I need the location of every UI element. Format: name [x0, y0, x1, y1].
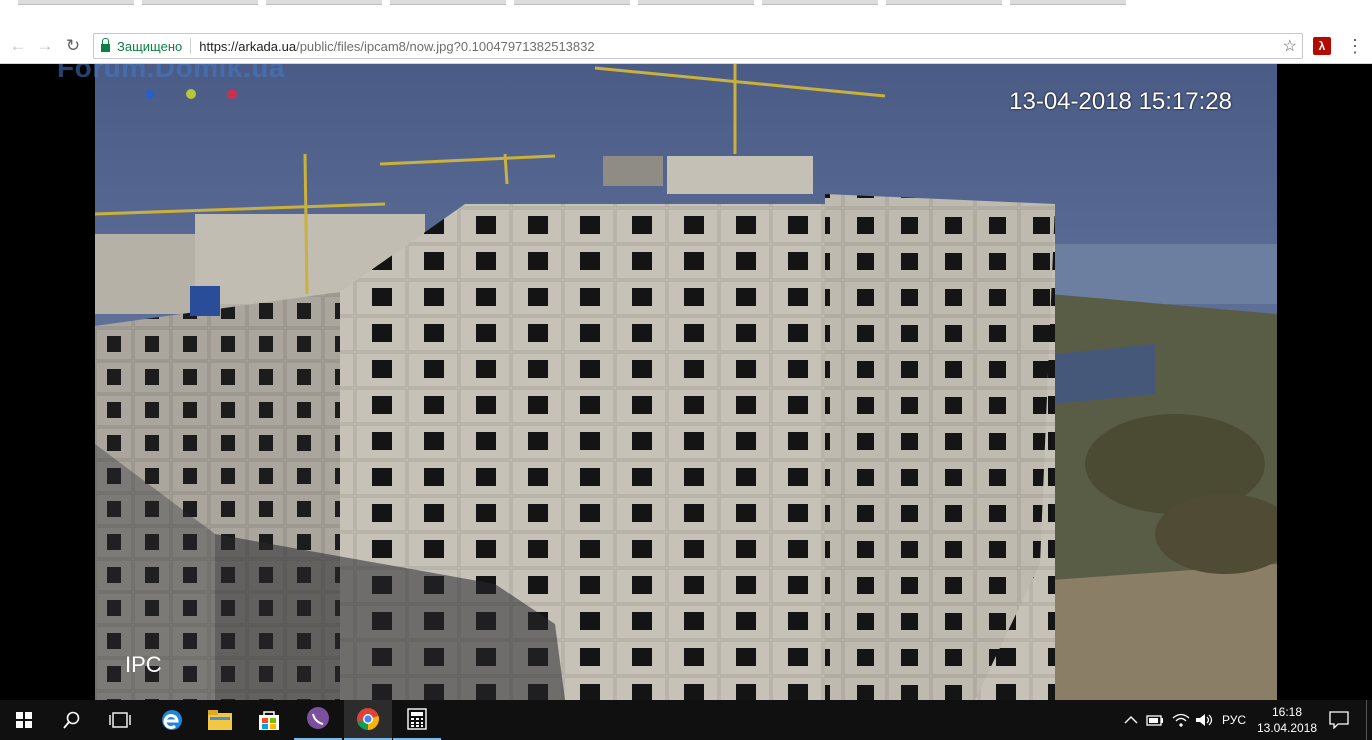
- show-hidden-icons-chevron-icon[interactable]: [1124, 700, 1138, 740]
- url-path: /public/files/ipcam8/now.jpg?0.100479713…: [296, 38, 595, 54]
- browser-tab[interactable]: [1010, 0, 1126, 5]
- camera-timestamp: 13-04-2018 15:17:28: [1009, 88, 1232, 115]
- camera-label: IPC: [125, 652, 162, 677]
- folder-icon[interactable]: [196, 700, 244, 740]
- browser-tab[interactable]: [18, 0, 134, 5]
- browser-tab[interactable]: [886, 0, 1002, 5]
- system-clock[interactable]: 16:18 13.04.2018: [1252, 704, 1322, 736]
- watermark-dot-red: [227, 89, 237, 99]
- windows-logo-icon[interactable]: [0, 700, 48, 740]
- clock-date: 13.04.2018: [1256, 721, 1318, 735]
- security-label: Защищено: [117, 38, 183, 54]
- task-view-icon[interactable]: [96, 700, 144, 740]
- omnibox-divider: [190, 38, 192, 54]
- search-icon[interactable]: [48, 700, 96, 740]
- camera-image: 13-04-2018 15:17:28 IPC: [95, 64, 1277, 700]
- construction-site-photo: [95, 64, 1277, 700]
- lock-icon: [101, 37, 110, 52]
- browser-tab[interactable]: [762, 0, 878, 5]
- viber-icon[interactable]: [294, 700, 342, 740]
- edge-browser-icon[interactable]: [148, 700, 196, 740]
- watermark-dot-green: [186, 89, 196, 99]
- action-center-icon[interactable]: [1329, 700, 1349, 740]
- forward-arrow-icon[interactable]: →: [33, 34, 57, 58]
- kebab-menu-icon[interactable]: ⋮: [1345, 35, 1365, 57]
- show-desktop-divider[interactable]: [1366, 700, 1367, 740]
- image-viewport: 13-04-2018 15:17:28 IPC Forum.Domik.ua: [0, 64, 1372, 700]
- back-arrow-icon[interactable]: ←: [6, 34, 30, 58]
- wifi-icon[interactable]: [1172, 700, 1190, 740]
- reload-icon[interactable]: ↻: [61, 34, 85, 58]
- windows-taskbar: РУС 16:18 13.04.2018: [0, 700, 1372, 740]
- browser-toolbar: ← → ↻ Защищено https://arkada.ua/public/…: [0, 30, 1372, 64]
- browser-tab[interactable]: [390, 0, 506, 5]
- store-bag-icon[interactable]: [245, 700, 293, 740]
- input-language[interactable]: РУС: [1222, 700, 1246, 740]
- battery-icon[interactable]: [1146, 700, 1164, 740]
- browser-tab[interactable]: [142, 0, 258, 5]
- acrobat-icon[interactable]: λ: [1313, 37, 1331, 55]
- browser-tab[interactable]: [514, 0, 630, 5]
- browser-tab[interactable]: [638, 0, 754, 5]
- watermark-dot-blue: [145, 89, 155, 99]
- chrome-icon[interactable]: [344, 700, 392, 740]
- browser-tab[interactable]: [266, 0, 382, 5]
- tab-strip: [0, 0, 1372, 30]
- calculator-icon[interactable]: [393, 700, 441, 740]
- address-bar[interactable]: Защищено https://arkada.ua/public/files/…: [93, 33, 1303, 59]
- url-host: https://arkada.ua: [199, 38, 297, 54]
- clock-time: 16:18: [1271, 705, 1303, 719]
- star-icon[interactable]: ☆: [1283, 36, 1297, 56]
- forum-watermark: Forum.Domik.ua: [57, 64, 285, 83]
- volume-icon[interactable]: [1195, 700, 1213, 740]
